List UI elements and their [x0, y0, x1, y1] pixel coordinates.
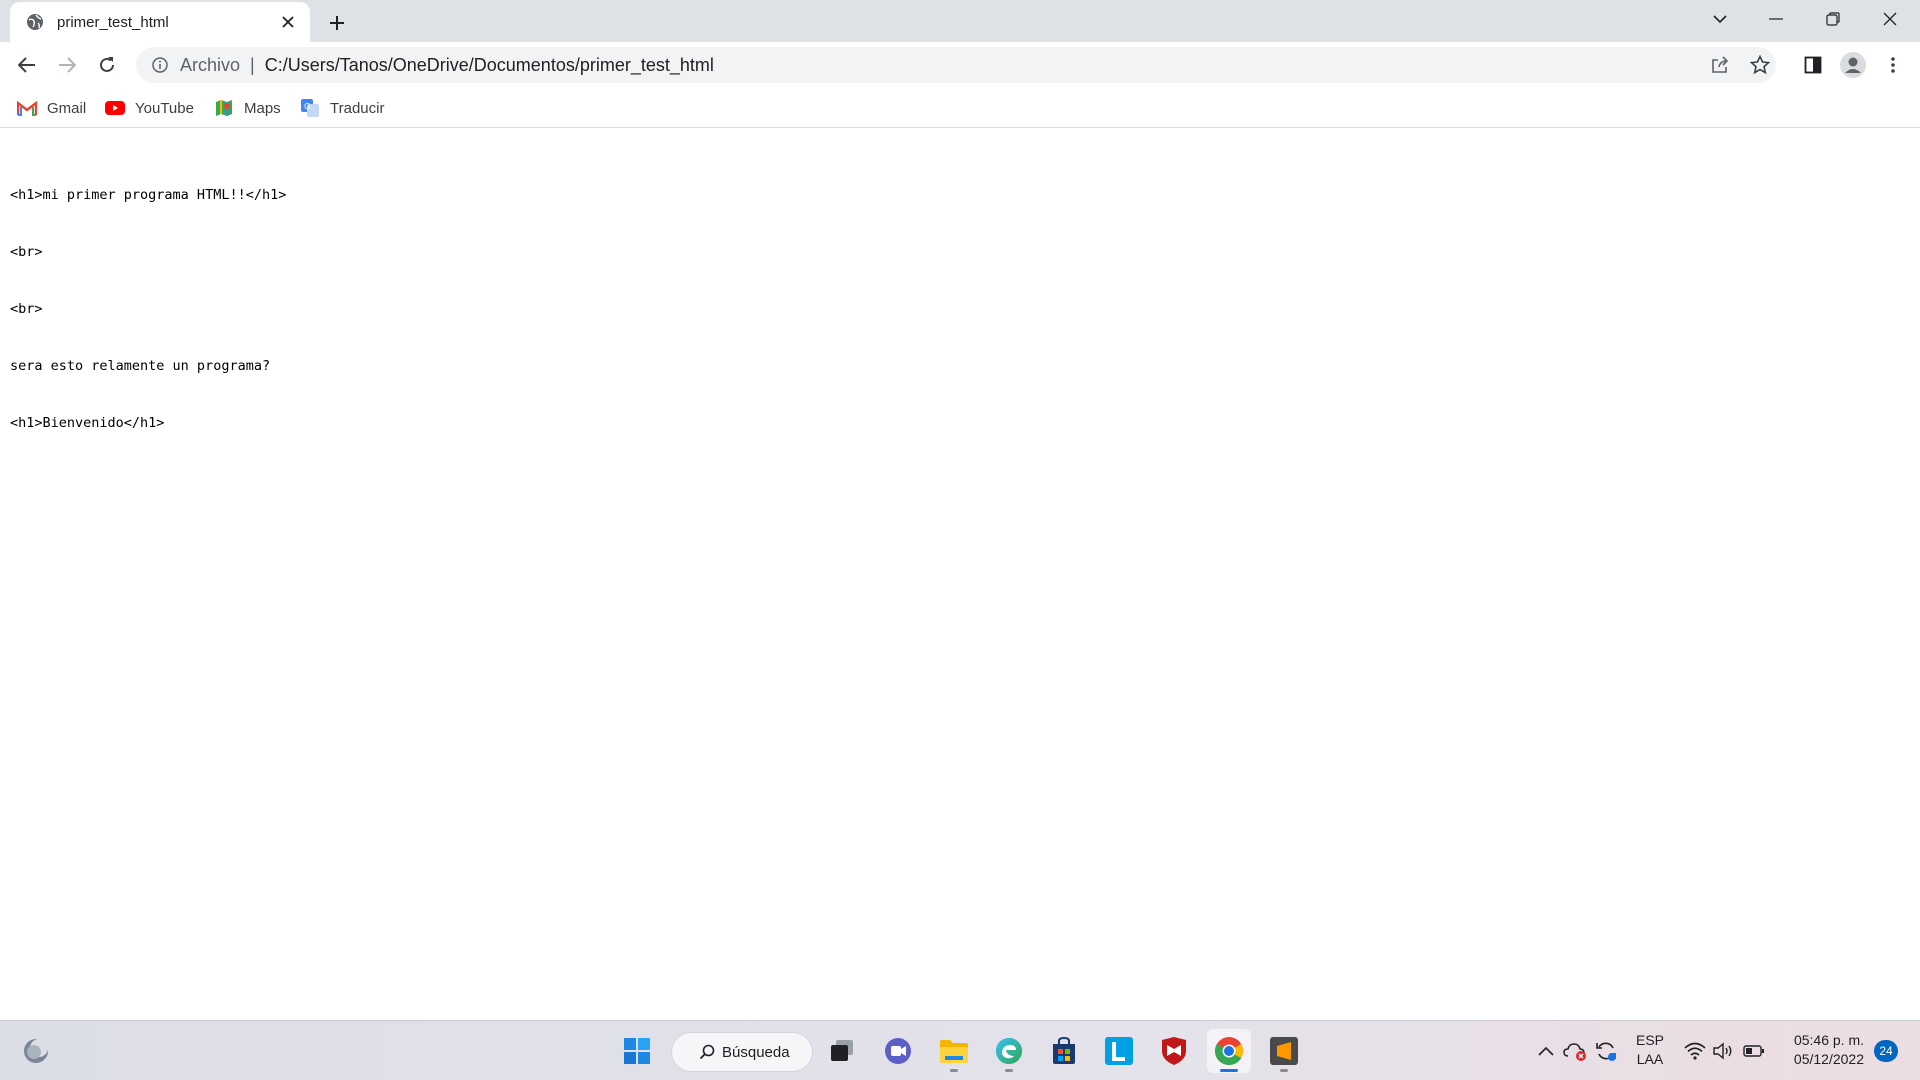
sync-icon[interactable] [1594, 1039, 1618, 1063]
forward-button[interactable] [51, 49, 83, 81]
browser-toolbar: Archivo | C:/Users/Tanos/OneDrive/Docume… [0, 42, 1920, 88]
tab-strip: primer_test_html [0, 0, 1920, 42]
search-icon [698, 1043, 716, 1061]
notification-count-badge[interactable]: 24 [1874, 1040, 1898, 1062]
back-button[interactable] [11, 49, 43, 81]
url-text[interactable]: C:/Users/Tanos/OneDrive/Documentos/prime… [265, 55, 714, 76]
source-line: <h1>Bienvenido</h1> [10, 415, 165, 431]
menu-kebab-icon[interactable] [1877, 49, 1909, 81]
chat-icon[interactable] [876, 1029, 920, 1073]
tab-search-chevron-icon[interactable] [1692, 0, 1748, 38]
gmail-icon [17, 99, 37, 117]
taskbar-search-box[interactable]: Búsqueda [672, 1033, 812, 1071]
scheme-label: Archivo [180, 54, 241, 75]
bookmark-label: YouTube [135, 99, 194, 117]
input-language-indicator[interactable]: ESP LAA [1634, 1031, 1666, 1069]
file-explorer-icon[interactable] [932, 1029, 976, 1073]
system-clock[interactable]: 05:46 p. m. 05/12/2022 [1780, 1031, 1864, 1069]
maps-icon [214, 99, 234, 117]
running-indicator [950, 1069, 958, 1072]
bookmark-gmail[interactable]: Gmail [17, 94, 86, 122]
plain-text-source: <h1>mi primer programa HTML!!</h1> <br> … [10, 148, 286, 471]
clock-date: 05/12/2022 [1793, 1051, 1864, 1067]
sublime-text-icon[interactable] [1262, 1029, 1306, 1073]
battery-icon[interactable] [1742, 1039, 1766, 1063]
source-line: <br> [10, 301, 43, 317]
bookmark-label: Traducir [330, 99, 385, 117]
source-line: sera esto relamente un programa? [10, 358, 271, 374]
onedrive-error-icon[interactable] [1563, 1039, 1587, 1063]
store-icon[interactable] [1042, 1029, 1086, 1073]
youtube-icon [105, 99, 125, 117]
volume-icon[interactable] [1712, 1039, 1736, 1063]
globe-icon [25, 12, 45, 32]
bookmark-maps[interactable]: Maps [214, 94, 281, 122]
task-view-icon[interactable] [820, 1029, 864, 1073]
browser-tab[interactable]: primer_test_html [10, 2, 310, 42]
running-indicator [1220, 1069, 1238, 1072]
restore-button[interactable] [1805, 0, 1861, 38]
wifi-icon[interactable] [1683, 1039, 1707, 1063]
search-label: Búsqueda [722, 1043, 790, 1061]
address-bar[interactable]: Archivo | C:/Users/Tanos/OneDrive/Docume… [136, 47, 1776, 83]
keyboard-layout-code: LAA [1636, 1051, 1664, 1067]
page-content: <h1>mi primer programa HTML!!</h1> <br> … [0, 129, 1920, 1020]
bookmark-label: Gmail [47, 99, 87, 117]
bookmark-youtube[interactable]: YouTube [105, 94, 194, 122]
translate-icon: G [300, 99, 320, 117]
language-code: ESP [1635, 1032, 1664, 1048]
show-hidden-icons-chevron-icon[interactable] [1534, 1039, 1558, 1063]
profile-avatar-icon[interactable] [1837, 49, 1869, 81]
bookmark-traducir[interactable]: G Traducir [300, 94, 384, 122]
minimize-button[interactable] [1748, 0, 1804, 38]
edge-icon[interactable] [987, 1029, 1031, 1073]
tab-title: primer_test_html [57, 13, 169, 31]
close-window-button[interactable] [1862, 0, 1918, 38]
windows-start-icon[interactable] [615, 1029, 659, 1073]
close-tab-icon[interactable] [276, 10, 300, 34]
bookmark-star-icon[interactable] [1748, 53, 1772, 77]
side-panel-icon[interactable] [1797, 49, 1829, 81]
site-info-icon[interactable] [150, 55, 170, 75]
share-icon[interactable] [1708, 53, 1732, 77]
bookmark-label: Maps [244, 99, 281, 117]
source-line: <br> [10, 244, 43, 260]
bookmarks-bar: Gmail YouTube Maps G Traducir [0, 88, 1920, 128]
new-tab-button[interactable] [322, 8, 352, 38]
screen: primer_test_html Archivo | C:/Users/Tano… [0, 0, 1920, 1080]
clock-time: 05:46 p. m. [1793, 1032, 1864, 1048]
reload-button[interactable] [91, 49, 123, 81]
mcafee-icon[interactable] [1152, 1029, 1196, 1073]
scheme-separator: | [250, 54, 255, 75]
l-app-icon[interactable] [1097, 1029, 1141, 1073]
windows-taskbar: Búsqueda ESP LAA 05:46 p. m. 05/12/2022 … [0, 1020, 1920, 1080]
chrome-icon[interactable] [1207, 1029, 1251, 1073]
svg-text:G: G [304, 102, 310, 111]
weather-widget-icon[interactable] [14, 1029, 58, 1073]
running-indicator [1280, 1069, 1288, 1072]
running-indicator [1005, 1069, 1013, 1072]
source-line: <h1>mi primer programa HTML!!</h1> [10, 187, 287, 203]
